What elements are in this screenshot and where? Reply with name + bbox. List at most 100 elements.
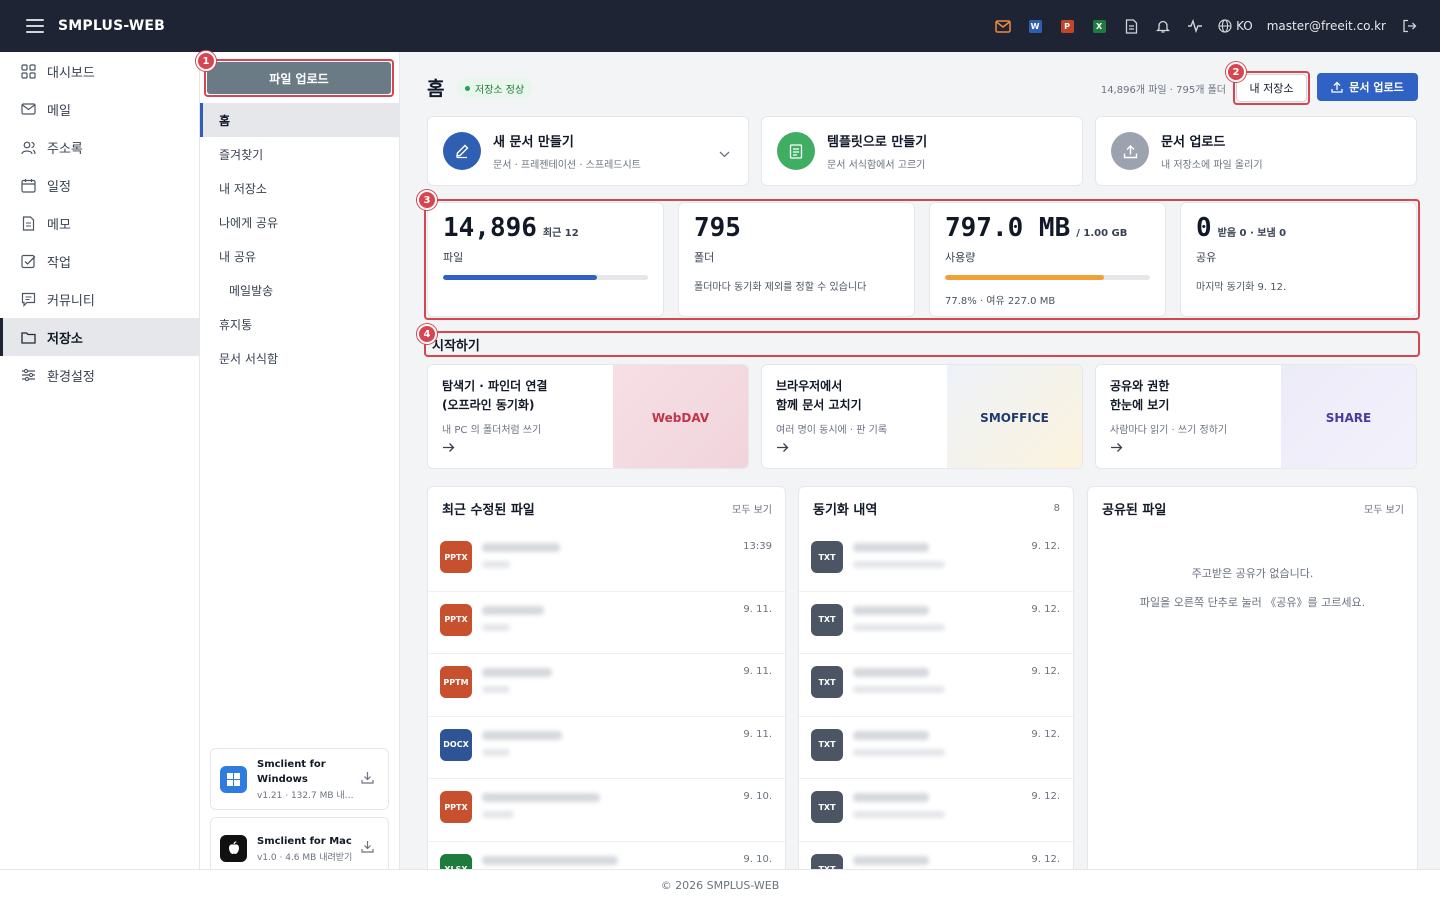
file-row[interactable]: TXT 9. 12. <box>799 654 1073 717</box>
action-subtitle: 내 저장소에 파일 올리기 <box>1161 160 1263 171</box>
sidebar-item-tasks[interactable]: 작업 <box>0 242 199 280</box>
file-type-badge: PPTX <box>440 541 472 573</box>
file-row[interactable]: PPTX 9. 11. <box>428 592 785 654</box>
file-row[interactable]: DOCX 9. 11. <box>428 717 785 779</box>
apple-icon <box>220 834 247 862</box>
promo-art-label: SMOFFICE <box>980 410 1049 425</box>
file-row[interactable]: PPTM 9. 11. <box>428 654 785 717</box>
subnav-item-favorites[interactable]: 즐겨찾기 <box>200 137 400 171</box>
shared-files-panel: 공유된 파일 모두 보기 주고받은 공유가 없습니다. 파일을 오른쪽 단추로 … <box>1087 486 1418 876</box>
footer: © 2026 SMPLUS-WEB <box>0 869 1440 900</box>
file-time: 9. 11. <box>743 666 772 677</box>
file-upload-button[interactable]: 파일 업로드 <box>207 62 391 94</box>
mail-icon[interactable] <box>994 17 1012 35</box>
logout-icon[interactable] <box>1400 17 1418 35</box>
arrow-right-icon[interactable] <box>1110 442 1290 457</box>
getting-started-title: 시작하기 <box>432 339 480 354</box>
view-all-link[interactable]: 모두 보기 <box>1364 501 1404 516</box>
upload-document-card[interactable]: 문서 업로드 내 저장소에 파일 올리기 <box>1095 116 1417 186</box>
sidebar-item-storage[interactable]: 저장소 <box>0 318 199 356</box>
subnav-item-templates[interactable]: 문서 서식함 <box>200 341 400 375</box>
action-subtitle: 문서 서식함에서 고르기 <box>827 160 926 171</box>
document-icon[interactable] <box>1122 17 1140 35</box>
sidebar-item-contacts[interactable]: 주소록 <box>0 128 199 166</box>
download-icon[interactable] <box>361 840 374 857</box>
file-row[interactable]: TXT 9. 12. <box>799 779 1073 842</box>
file-time: 9. 11. <box>743 603 772 615</box>
panel-title: 공유된 파일 <box>1102 502 1167 518</box>
file-time: 9. 10. <box>743 791 772 802</box>
promo-card-share[interactable]: 공유와 권한 한눈에 보기 사람마다 읽기 · 쓰기 정하기 SHARE <box>1095 364 1417 469</box>
excel-icon[interactable]: X <box>1090 17 1108 35</box>
sidebar-item-label: 환경설정 <box>47 369 95 385</box>
status-dot <box>465 85 470 91</box>
menu-icon[interactable] <box>26 19 44 33</box>
my-storage-button[interactable]: 내 저장소 <box>1236 74 1307 102</box>
subnav-item-my-shares[interactable]: 내 공유 <box>200 239 400 273</box>
subnav-item-mail-send[interactable]: 메일발송 <box>200 273 400 307</box>
redacted-file-name <box>482 605 544 615</box>
recent-files-list: PPTX 13:39 PPTX 9. 11. PPTM 9. 11. DOCX 9. 11. P… <box>428 529 785 875</box>
template-create-card[interactable]: 템플릿으로 만들기 문서 서식함에서 고르기 <box>761 116 1083 186</box>
template-icon <box>777 132 815 170</box>
upload-document-button[interactable]: 문서 업로드 <box>1317 73 1418 101</box>
arrow-right-icon[interactable] <box>442 442 622 457</box>
file-type-badge: PPTX <box>440 603 472 636</box>
view-all-link[interactable]: 모두 보기 <box>732 501 772 516</box>
windows-icon <box>220 765 247 793</box>
subnav-item-my-storage[interactable]: 내 저장소 <box>200 171 400 205</box>
promo-card-webdav[interactable]: 탐색기 · 파인더 연결 (오프라인 동기화) 내 PC 의 폴더처럼 쓰기 W… <box>427 364 749 469</box>
sidebar-item-label: 대시보드 <box>47 65 95 81</box>
file-time: 9. 12. <box>1031 603 1060 615</box>
promo-title-line: 공유와 권한 <box>1110 379 1170 393</box>
promo-card-smoffice[interactable]: 브라우저에서 함께 문서 고치기 여러 명이 동시에 · 판 기록 SMOFFI… <box>761 364 1083 469</box>
sidebar-item-memo[interactable]: 메모 <box>0 204 199 242</box>
subnav-item-trash[interactable]: 휴지통 <box>200 307 400 341</box>
file-row[interactable]: TXT 9. 12. <box>799 717 1073 779</box>
file-row[interactable]: TXT 9. 12. <box>799 529 1073 592</box>
panel-title: 동기화 내역 <box>813 502 878 518</box>
subnav-item-shared-with-me[interactable]: 나에게 공유 <box>200 205 400 239</box>
chevron-down-icon[interactable] <box>719 147 730 162</box>
file-time: 9. 12. <box>1031 666 1060 677</box>
promo-art-label: SHARE <box>1325 410 1372 425</box>
stat-value: 797.0 MB <box>945 213 1071 243</box>
sidebar-item-settings[interactable]: 환경설정 <box>0 356 199 394</box>
redacted-file-name <box>853 668 929 677</box>
file-type-badge: TXT <box>811 666 843 698</box>
language-selector[interactable]: KO <box>1218 19 1253 33</box>
stat-detail: / 1.00 GB <box>1076 228 1128 239</box>
new-document-card[interactable]: 새 문서 만들기 문서 · 프레젠테이션 · 스프레드시트 <box>427 116 749 186</box>
file-row[interactable]: PPTX 13:39 <box>428 529 785 592</box>
file-row[interactable]: TXT 9. 12. <box>799 592 1073 654</box>
sidebar-item-community[interactable]: 커뮤니티 <box>0 280 199 318</box>
file-type-badge: PPTX <box>440 791 472 823</box>
activity-icon[interactable] <box>1186 17 1204 35</box>
bell-icon[interactable] <box>1154 17 1172 35</box>
redacted-file-name <box>482 793 600 802</box>
sidebar-item-mail[interactable]: 메일 <box>0 90 199 128</box>
download-icon[interactable] <box>361 771 374 788</box>
annotation-badge-4: 4 <box>417 324 437 344</box>
sidebar-item-calendar[interactable]: 일정 <box>0 166 199 204</box>
sidebar-item-dashboard[interactable]: 대시보드 <box>0 52 199 90</box>
stat-note: 77.8% · 여유 227.0 MB <box>945 296 1056 307</box>
usage-progress-bar <box>945 275 1150 280</box>
word-icon[interactable]: W <box>1026 17 1044 35</box>
globe-icon <box>1218 19 1232 33</box>
upload-icon <box>1331 81 1343 93</box>
promo-art: WebDAV <box>613 365 748 468</box>
calendar-icon <box>20 177 36 193</box>
user-email[interactable]: master@freeit.co.kr <box>1267 19 1386 33</box>
redacted-file-name <box>482 730 562 740</box>
subnav-item-home[interactable]: 홈 <box>200 103 400 137</box>
arrow-right-icon[interactable] <box>776 442 956 457</box>
task-icon <box>20 253 36 269</box>
promo-subtitle: 사람마다 읽기 · 쓰기 정하기 <box>1110 425 1228 436</box>
file-row[interactable]: PPTX 9. 10. <box>428 779 785 842</box>
storage-summary: 14,896개 파일 · 795개 폴더 <box>1100 85 1226 96</box>
upload-icon <box>1111 132 1149 170</box>
windows-client-download[interactable]: Smclient for Windows v1.21 · 132.7 MB 내려… <box>210 748 389 810</box>
powerpoint-icon[interactable]: P <box>1058 17 1076 35</box>
download-title: Smclient for Windows <box>257 759 326 785</box>
